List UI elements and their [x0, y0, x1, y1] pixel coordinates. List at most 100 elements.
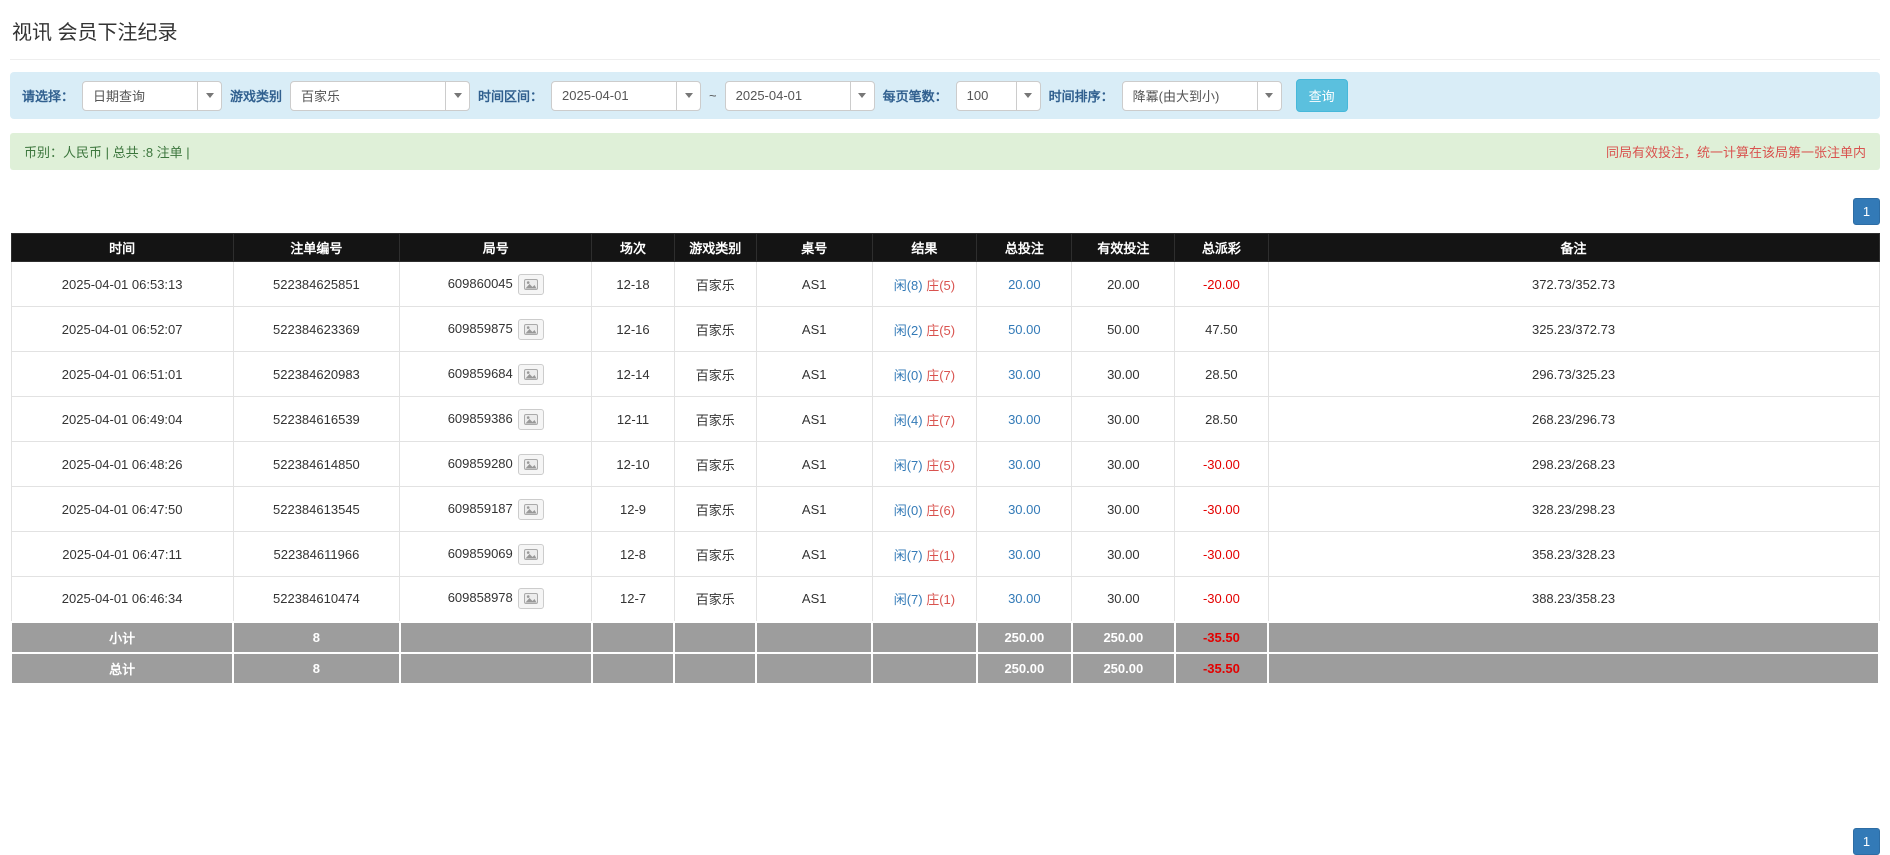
- payout: -30.00: [1174, 441, 1269, 487]
- total-bet-cell: 50.00: [976, 306, 1073, 352]
- total-bet-cell: 20.00: [976, 261, 1073, 307]
- video-replay-button[interactable]: [517, 273, 544, 295]
- chevron-down-icon[interactable]: [849, 81, 874, 110]
- total-bet-link[interactable]: 30.00: [1008, 502, 1041, 517]
- header-note: 备注: [1267, 233, 1880, 262]
- table-number: AS1: [755, 486, 873, 532]
- session: 12-16: [591, 306, 675, 352]
- bet-time: 2025-04-01 06:47:50: [10, 486, 234, 532]
- chevron-down-icon[interactable]: [445, 81, 469, 110]
- video-replay-button[interactable]: [517, 543, 544, 565]
- result-player: 闲(4): [893, 412, 923, 428]
- summary-currency-total: 币别：人民币 | 总共 :8 注单 |: [24, 145, 190, 160]
- round-id: 609859684: [447, 365, 513, 381]
- game-type: 百家乐: [673, 486, 757, 532]
- page-size-value: 100: [966, 88, 989, 103]
- total-bet-link[interactable]: 20.00: [1008, 277, 1041, 292]
- result-player: 闲(0): [893, 502, 923, 518]
- note: 372.73/352.73: [1267, 261, 1880, 307]
- table-number: AS1: [755, 441, 873, 487]
- result-banker: 庄(7): [926, 412, 956, 428]
- page-button-1[interactable]: 1: [1853, 198, 1880, 225]
- video-replay-button[interactable]: [517, 453, 544, 475]
- total-bet-link[interactable]: 30.00: [1008, 591, 1041, 606]
- bet-id: 522384610474: [232, 576, 401, 622]
- round-id: 609859187: [447, 500, 513, 516]
- result-banker: 庄(5): [926, 277, 956, 293]
- query-type-select[interactable]: 日期查询: [82, 80, 223, 111]
- video-replay-button[interactable]: [517, 363, 544, 385]
- bet-id: 522384611966: [232, 531, 401, 577]
- total-bet-link[interactable]: 30.00: [1008, 457, 1041, 472]
- video-replay-button[interactable]: [517, 498, 544, 520]
- search-button[interactable]: 查询: [1295, 79, 1348, 112]
- chevron-down-icon[interactable]: [1256, 81, 1281, 110]
- table-row: 2025-04-01 06:47:50 522384613545 609859187…: [10, 486, 1880, 532]
- video-replay-icon: [523, 458, 538, 470]
- date-to-select[interactable]: 2025-04-01: [724, 80, 875, 111]
- query-type-label: 请选择：: [22, 89, 75, 104]
- page-title: 视讯 会员下注纪录: [10, 12, 1880, 60]
- header-table-number: 桌号: [755, 233, 873, 262]
- table-row: 2025-04-01 06:48:26 522384614850 609859280…: [10, 441, 1880, 487]
- chevron-down-icon[interactable]: [197, 81, 221, 110]
- chevron-down-icon[interactable]: [1015, 81, 1040, 110]
- header-time: 时间: [10, 233, 234, 262]
- page-button-1-bottom[interactable]: 1: [1853, 828, 1880, 855]
- game-type: 百家乐: [673, 576, 757, 622]
- round-id-cell: 609858978: [399, 576, 593, 622]
- total-row: 总计 8 250.00 250.00 -35.50: [9, 651, 1880, 685]
- video-replay-button[interactable]: [517, 318, 544, 340]
- bet-time: 2025-04-01 06:53:13: [10, 261, 234, 307]
- header-valid-bet: 有效投注: [1071, 233, 1176, 262]
- table-number: AS1: [755, 351, 873, 397]
- header-round-id: 局号: [399, 233, 593, 262]
- header-payout: 总派彩: [1174, 233, 1269, 262]
- bet-time: 2025-04-01 06:47:11: [10, 531, 234, 577]
- total-bet-link[interactable]: 50.00: [1008, 322, 1041, 337]
- table-row: 2025-04-01 06:49:04 522384616539 609859386…: [10, 396, 1880, 442]
- table-number: AS1: [755, 261, 873, 307]
- total-bet-cell: 30.00: [976, 351, 1073, 397]
- chevron-down-icon[interactable]: [676, 81, 700, 110]
- video-replay-button[interactable]: [517, 408, 544, 430]
- total-total-bet: 250.00: [975, 651, 1073, 685]
- date-from-select[interactable]: 2025-04-01: [551, 80, 702, 111]
- note: 388.23/358.23: [1267, 576, 1880, 622]
- round-id-cell: 609860045: [399, 261, 593, 307]
- payout: -30.00: [1174, 486, 1269, 532]
- result-cell: 闲(7) 庄(1): [871, 576, 978, 622]
- subtotal-payout: -35.50: [1173, 620, 1270, 654]
- video-replay-icon: [523, 593, 538, 605]
- pagination-bottom: 1: [1853, 828, 1880, 855]
- result-banker: 庄(1): [926, 547, 956, 563]
- time-sort-select[interactable]: 降冪(由大到小): [1121, 80, 1282, 111]
- header-total-bet: 总投注: [976, 233, 1073, 262]
- video-replay-icon: [523, 278, 538, 290]
- round-id-cell: 609859875: [399, 306, 593, 352]
- total-bet-link[interactable]: 30.00: [1008, 547, 1041, 562]
- video-replay-button[interactable]: [517, 588, 544, 610]
- date-range-separator: ~: [709, 88, 717, 103]
- bet-id: 522384616539: [232, 396, 401, 442]
- round-id: 609859069: [447, 545, 513, 561]
- session: 12-9: [591, 486, 675, 532]
- date-from-value: 2025-04-01: [562, 88, 629, 103]
- result-player: 闲(0): [893, 367, 923, 383]
- total-bet-link[interactable]: 30.00: [1008, 367, 1041, 382]
- session: 12-7: [591, 576, 675, 622]
- header-result: 结果: [871, 233, 978, 262]
- page-size-select[interactable]: 100: [955, 80, 1041, 111]
- result-banker: 庄(5): [926, 457, 956, 473]
- session: 12-10: [591, 441, 675, 487]
- bet-id: 522384614850: [232, 441, 401, 487]
- video-replay-icon: [523, 548, 538, 560]
- round-id: 609859386: [447, 410, 513, 426]
- table-number: AS1: [755, 576, 873, 622]
- game-type-select[interactable]: 百家乐: [290, 80, 471, 111]
- total-bet-link[interactable]: 30.00: [1008, 412, 1041, 427]
- result-player: 闲(7): [893, 592, 923, 608]
- valid-bet: 30.00: [1071, 351, 1176, 397]
- bet-time: 2025-04-01 06:46:34: [10, 576, 234, 622]
- subtotal-count: 8: [232, 620, 401, 654]
